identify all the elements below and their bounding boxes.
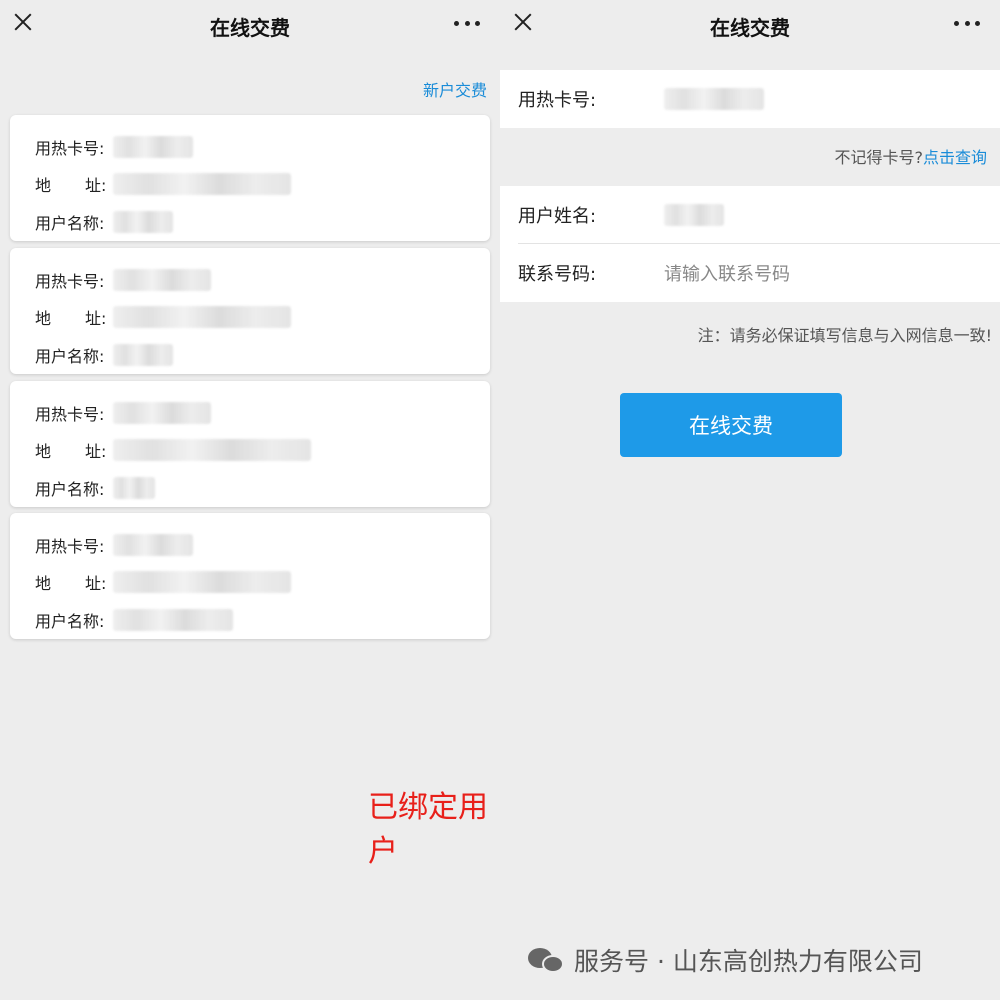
forgot-card-hint: 不记得卡号?点击查询 xyxy=(834,144,987,168)
user-name-field[interactable]: 用户姓名: xyxy=(500,186,1000,244)
masked-value xyxy=(664,88,764,110)
masked-value xyxy=(113,439,311,461)
bound-users-screen: 在线交费 新户交费 用热卡号: 地址: 用户名称: 用热卡号: 地址: 用户名称… xyxy=(0,0,500,1000)
masked-value xyxy=(113,402,211,424)
phone-field[interactable]: 联系号码: 请输入联系号码 xyxy=(500,244,1000,302)
masked-value xyxy=(113,173,291,195)
masked-value xyxy=(113,211,173,233)
card-no-label: 用热卡号: xyxy=(35,139,105,158)
more-icon[interactable] xyxy=(454,21,480,27)
card-no-label: 用热卡号: xyxy=(35,537,105,556)
masked-value xyxy=(664,204,724,226)
masked-value xyxy=(113,269,211,291)
info-note: 注：请务必保证填写信息与入网信息一致! xyxy=(697,326,992,345)
bound-user-card[interactable]: 用热卡号: 地址: 用户名称: xyxy=(10,248,490,374)
card-no-label: 用热卡号: xyxy=(518,90,597,111)
address-row: 地址: xyxy=(35,438,311,462)
name-label: 用户名称: xyxy=(35,480,105,499)
navbar: 在线交费 xyxy=(0,0,500,50)
address-label: 地址: xyxy=(35,176,107,195)
bound-user-card[interactable]: 用热卡号: 地址: 用户名称: xyxy=(10,381,490,507)
card-no-label: 用热卡号: xyxy=(35,272,105,291)
card-no-label: 用热卡号: xyxy=(35,405,105,424)
masked-value xyxy=(113,534,193,556)
address-label: 地址: xyxy=(35,442,107,461)
bound-users-caption: 已绑定用户 xyxy=(368,790,488,869)
masked-value xyxy=(113,344,173,366)
phone-input[interactable]: 请输入联系号码 xyxy=(664,260,790,286)
card-no-row: 用热卡号: xyxy=(35,401,211,425)
address-label: 地址: xyxy=(35,574,107,593)
name-label: 用户名称: xyxy=(35,347,105,366)
forgot-text: 不记得卡号? xyxy=(834,148,923,167)
masked-value xyxy=(113,136,193,158)
user-info-section: 用户姓名: 联系号码: 请输入联系号码 xyxy=(500,186,1000,302)
address-row: 地址: xyxy=(35,305,291,329)
name-row: 用户名称: xyxy=(35,476,155,500)
name-row: 用户名称: xyxy=(35,343,173,367)
masked-value xyxy=(113,306,291,328)
bound-user-card[interactable]: 用热卡号: 地址: 用户名称: xyxy=(10,115,490,241)
bound-user-card[interactable]: 用热卡号: 地址: 用户名称: xyxy=(10,513,490,639)
card-no-field[interactable]: 用热卡号: xyxy=(500,70,1000,128)
navbar: 在线交费 xyxy=(500,0,1000,50)
name-label: 用户名称: xyxy=(35,214,105,233)
card-no-section: 用热卡号: xyxy=(500,70,1000,128)
address-label: 地址: xyxy=(35,309,107,328)
name-label: 用户名称: xyxy=(35,612,105,631)
new-user-payment-screen: 在线交费 用热卡号: 不记得卡号?点击查询 用户姓名: 联系号码: 请输入联系号… xyxy=(500,0,1000,1000)
more-icon[interactable] xyxy=(954,21,980,27)
masked-value xyxy=(113,609,233,631)
name-row: 用户名称: xyxy=(35,210,173,234)
card-no-row: 用热卡号: xyxy=(35,268,211,292)
page-title: 在线交费 xyxy=(210,16,290,40)
masked-value xyxy=(113,477,155,499)
watermark-text: 服务号 · 山东高创热力有限公司 xyxy=(574,947,923,976)
pay-online-button[interactable]: 在线交费 xyxy=(620,393,842,457)
masked-value xyxy=(113,571,291,593)
card-no-row: 用热卡号: xyxy=(35,135,193,159)
page-title: 在线交费 xyxy=(710,16,790,40)
user-name-label: 用户姓名: xyxy=(518,206,597,227)
card-no-row: 用热卡号: xyxy=(35,533,193,557)
wechat-icon xyxy=(528,946,566,974)
watermark: 服务号 · 山东高创热力有限公司 xyxy=(528,942,923,978)
query-link[interactable]: 点击查询 xyxy=(923,148,987,167)
name-row: 用户名称: xyxy=(35,608,233,632)
phone-label: 联系号码: xyxy=(518,264,597,285)
address-row: 地址: xyxy=(35,570,291,594)
new-user-payment-link[interactable]: 新户交费 xyxy=(423,77,487,101)
address-row: 地址: xyxy=(35,172,291,196)
